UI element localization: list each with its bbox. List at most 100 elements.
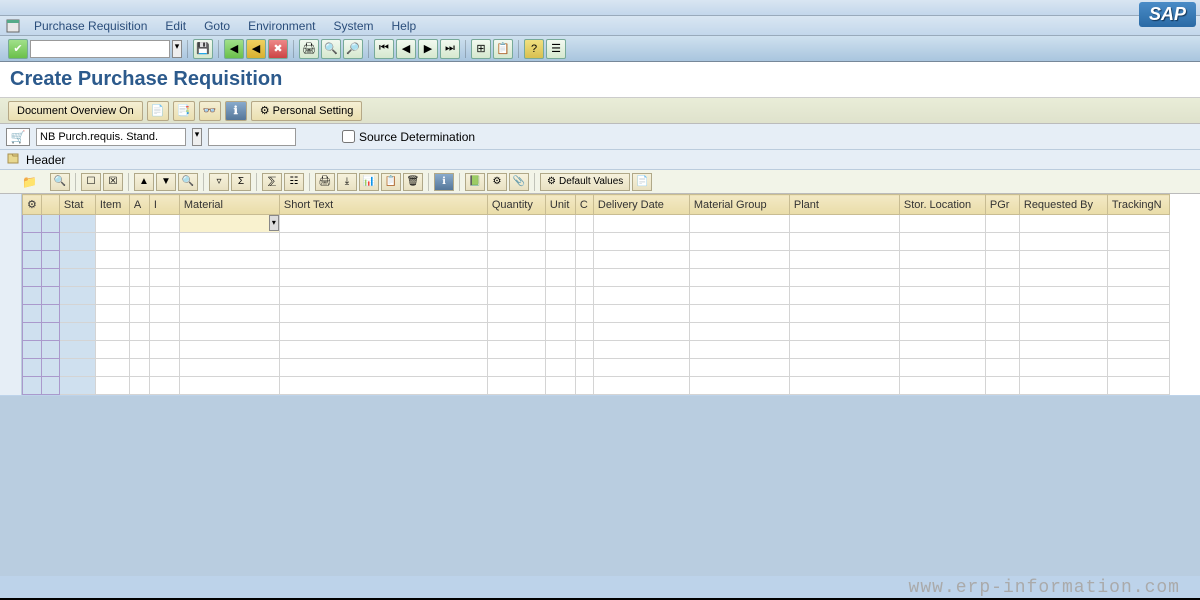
cell-material_group[interactable] [689, 215, 789, 233]
personal-setting-button[interactable]: ⚙Personal Setting [251, 101, 363, 121]
cell-delivery_date[interactable] [593, 305, 689, 323]
cell-plant[interactable] [789, 305, 899, 323]
row-config[interactable] [23, 377, 42, 395]
create-icon[interactable]: 📄 [147, 101, 169, 121]
cell-pgr[interactable] [985, 215, 1019, 233]
cell-item[interactable] [95, 377, 129, 395]
cell-material_group[interactable] [689, 341, 789, 359]
cell-plant[interactable] [789, 377, 899, 395]
exit-icon[interactable]: ◀ [246, 39, 266, 59]
copy-icon[interactable]: 📑 [173, 101, 195, 121]
cell-unit[interactable] [545, 341, 575, 359]
cell-plant[interactable] [789, 215, 899, 233]
prev-page-icon[interactable]: ◀ [396, 39, 416, 59]
source-determination-checkbox[interactable] [342, 130, 355, 143]
row-config[interactable] [23, 233, 42, 251]
cart-icon[interactable]: 🛒 [6, 128, 30, 146]
cell-material[interactable] [179, 251, 279, 269]
cell-item[interactable] [95, 341, 129, 359]
info-icon[interactable]: ℹ [225, 101, 247, 121]
print-icon[interactable]: 🖨 [299, 39, 319, 59]
settings-icon[interactable]: ⚙ [487, 173, 507, 191]
cell-quantity[interactable] [487, 215, 545, 233]
cell-c[interactable] [575, 215, 593, 233]
active-cell-input[interactable] [180, 215, 279, 232]
cell-pgr[interactable] [985, 341, 1019, 359]
cell-i[interactable] [149, 377, 179, 395]
cell-requested_by[interactable] [1019, 233, 1107, 251]
cell-requested_by[interactable] [1019, 305, 1107, 323]
cell-unit[interactable] [545, 269, 575, 287]
cell-requested_by[interactable] [1019, 359, 1107, 377]
help-grid-icon[interactable]: 📄 [632, 173, 652, 191]
cell-i[interactable] [149, 215, 179, 233]
cell-plant[interactable] [789, 341, 899, 359]
cell-material[interactable] [179, 323, 279, 341]
abc-icon[interactable]: 📗 [465, 173, 485, 191]
copy-row-icon[interactable]: 📋 [381, 173, 401, 191]
command-dropdown-icon[interactable]: ▾ [172, 40, 182, 58]
cell-tracking[interactable] [1107, 215, 1169, 233]
cell-stor_location[interactable] [899, 269, 985, 287]
select-all-icon[interactable]: ☐ [81, 173, 101, 191]
row-selector[interactable] [41, 305, 59, 323]
row-config[interactable] [23, 305, 42, 323]
cell-tracking[interactable] [1107, 323, 1169, 341]
col-header-c[interactable]: C [575, 195, 593, 215]
row-selector[interactable] [41, 233, 59, 251]
col-header-tracking[interactable]: TrackingN [1107, 195, 1169, 215]
print-grid-icon[interactable]: 🖨 [315, 173, 335, 191]
f4-help-icon[interactable]: ▾ [269, 215, 279, 231]
cell-material_group[interactable] [689, 323, 789, 341]
cell-short_text[interactable] [279, 269, 487, 287]
col-header-i[interactable]: I [149, 195, 179, 215]
menu-help[interactable]: Help [384, 17, 425, 35]
cell-short_text[interactable] [279, 215, 487, 233]
cell-plant[interactable] [789, 233, 899, 251]
cell-item[interactable] [95, 305, 129, 323]
cell-requested_by[interactable] [1019, 215, 1107, 233]
col-header-short_text[interactable]: Short Text [279, 195, 487, 215]
cell-stor_location[interactable] [899, 233, 985, 251]
row-config[interactable] [23, 341, 42, 359]
cell-tracking[interactable] [1107, 233, 1169, 251]
back-icon[interactable]: ◀ [224, 39, 244, 59]
cell-delivery_date[interactable] [593, 233, 689, 251]
cell-quantity[interactable] [487, 305, 545, 323]
info-grid-icon[interactable]: ℹ [434, 173, 454, 191]
cell-stor_location[interactable] [899, 323, 985, 341]
col-header-quantity[interactable]: Quantity [487, 195, 545, 215]
cell-stor_location[interactable] [899, 359, 985, 377]
cell-requested_by[interactable] [1019, 323, 1107, 341]
cell-short_text[interactable] [279, 359, 487, 377]
cell-quantity[interactable] [487, 359, 545, 377]
cell-quantity[interactable] [487, 341, 545, 359]
cell-quantity[interactable] [487, 377, 545, 395]
col-header-requested_by[interactable]: Requested By [1019, 195, 1107, 215]
cell-tracking[interactable] [1107, 359, 1169, 377]
cell-item[interactable] [95, 359, 129, 377]
command-field[interactable] [30, 40, 170, 58]
item-table[interactable]: ⚙StatItemAIMaterialShort TextQuantityUni… [22, 194, 1170, 395]
cell-c[interactable] [575, 269, 593, 287]
item-expand-icon[interactable]: 📁 [22, 175, 38, 189]
cell-tracking[interactable] [1107, 287, 1169, 305]
col-header-a[interactable]: A [129, 195, 149, 215]
last-page-icon[interactable]: ⏭ [440, 39, 460, 59]
cell-delivery_date[interactable] [593, 269, 689, 287]
shortcut-icon[interactable]: 📋 [493, 39, 513, 59]
menu-system[interactable]: System [325, 17, 381, 35]
cell-delivery_date[interactable] [593, 323, 689, 341]
cell-item[interactable] [95, 323, 129, 341]
row-config[interactable] [23, 251, 42, 269]
first-page-icon[interactable]: ⏮ [374, 39, 394, 59]
cell-i[interactable] [149, 359, 179, 377]
cell-pgr[interactable] [985, 233, 1019, 251]
cell-quantity[interactable] [487, 233, 545, 251]
cell-a[interactable] [129, 287, 149, 305]
cell-requested_by[interactable] [1019, 251, 1107, 269]
cell-unit[interactable] [545, 215, 575, 233]
row-selector[interactable] [41, 251, 59, 269]
cell-stor_location[interactable] [899, 287, 985, 305]
cell-material[interactable] [179, 359, 279, 377]
